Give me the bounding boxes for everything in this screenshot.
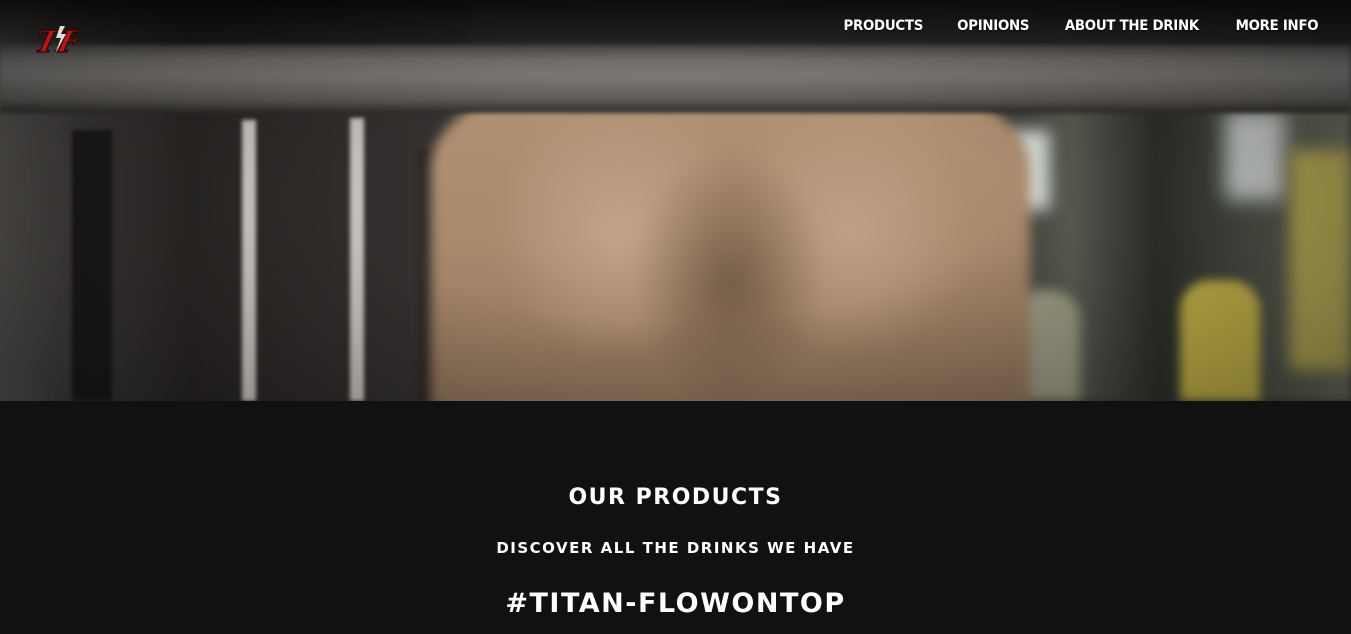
- nav-link-products[interactable]: PRODUCTS: [844, 18, 924, 34]
- products-section: OUR PRODUCTS DISCOVER ALL THE DRINKS WE …: [0, 401, 1351, 634]
- brand-logo-text: TF: [32, 24, 78, 59]
- section-title: OUR PRODUCTS: [568, 485, 783, 510]
- main-navigation: TF PRODUCTS OPINIONS ABOUT THE DRINK MOR…: [0, 0, 1351, 60]
- brand-logo-icon: TF: [31, 24, 87, 61]
- nav-link-opinions[interactable]: OPINIONS: [957, 18, 1029, 34]
- section-subtitle: DISCOVER ALL THE DRINKS WE HAVE: [496, 539, 855, 557]
- nav-link-more-info[interactable]: MORE INFO: [1236, 18, 1319, 34]
- hero-banner: [0, 0, 1351, 401]
- nav-menu: PRODUCTS OPINIONS ABOUT THE DRINK MORE I…: [840, 17, 1322, 35]
- nav-item-more-info: MORE INFO: [1232, 17, 1322, 35]
- nav-item-products: PRODUCTS: [840, 17, 927, 35]
- vignette: [0, 0, 1351, 401]
- brand-logo[interactable]: TF: [30, 18, 87, 62]
- nav-link-about-the-drink[interactable]: ABOUT THE DRINK: [1065, 18, 1199, 34]
- nav-item-opinions: OPINIONS: [954, 17, 1032, 35]
- nav-item-about: ABOUT THE DRINK: [1059, 17, 1205, 35]
- hashtag-heading: #TITAN-FLOWONTOP: [505, 588, 846, 619]
